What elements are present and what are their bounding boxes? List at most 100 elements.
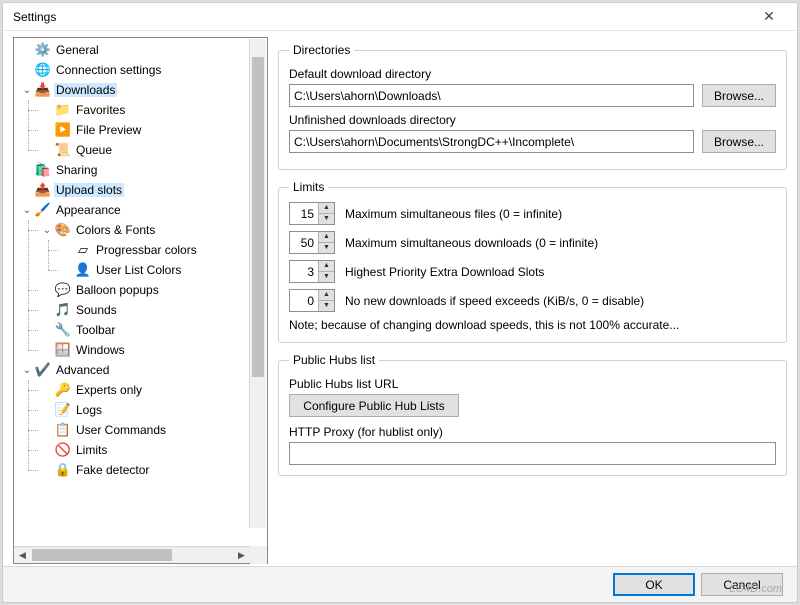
fake-detector-icon: 🔒 bbox=[54, 462, 72, 478]
spin-up-icon[interactable]: ▲ bbox=[319, 203, 334, 214]
tree-item-label: General bbox=[54, 43, 101, 57]
scroll-left-icon[interactable]: ◀ bbox=[14, 547, 31, 563]
tree-item-queue[interactable]: 📜Queue bbox=[38, 140, 267, 160]
tree-item-user-list-colors[interactable]: 👤User List Colors bbox=[58, 260, 267, 280]
spin-down-icon[interactable]: ▼ bbox=[319, 214, 334, 224]
tree-item-balloon-popups[interactable]: 💬Balloon popups bbox=[38, 280, 267, 300]
tree-spacer bbox=[20, 163, 34, 177]
tree-item-experts-only[interactable]: 🔑Experts only bbox=[38, 380, 267, 400]
tree-item-favorites[interactable]: 📁Favorites bbox=[38, 100, 267, 120]
tree-item-sharing[interactable]: 🛍️Sharing bbox=[18, 160, 267, 180]
ok-button[interactable]: OK bbox=[613, 573, 695, 596]
limit-label: Highest Priority Extra Download Slots bbox=[345, 265, 544, 279]
tree-item-user-commands[interactable]: 📋User Commands bbox=[38, 420, 267, 440]
tree-item-label: User Commands bbox=[74, 423, 168, 437]
http-proxy-input[interactable] bbox=[289, 442, 776, 465]
windows-icon: 🪟 bbox=[54, 342, 72, 358]
sounds-icon: 🎵 bbox=[54, 302, 72, 318]
limit-value-input[interactable] bbox=[290, 290, 318, 311]
spin-up-icon[interactable]: ▲ bbox=[319, 261, 334, 272]
tree-item-windows[interactable]: 🪟Windows bbox=[38, 340, 267, 360]
spin-up-icon[interactable]: ▲ bbox=[319, 290, 334, 301]
collapse-icon[interactable]: ⌄ bbox=[20, 363, 34, 377]
tree-item-label: Limits bbox=[74, 443, 109, 457]
unfinished-dir-input[interactable] bbox=[289, 130, 694, 153]
tree-item-label: Experts only bbox=[74, 383, 144, 397]
configure-hub-lists-button[interactable]: Configure Public Hub Lists bbox=[289, 394, 459, 417]
downloads-icon: 📥 bbox=[34, 82, 52, 98]
limit-spinner-2[interactable]: ▲▼ bbox=[289, 260, 335, 283]
tree-spacer bbox=[40, 343, 54, 357]
logs-icon: 📝 bbox=[54, 402, 72, 418]
collapse-icon[interactable]: ⌄ bbox=[40, 223, 54, 237]
limit-value-input[interactable] bbox=[290, 261, 318, 282]
tree-item-upload-slots[interactable]: 📤Upload slots bbox=[18, 180, 267, 200]
tree-item-label: Favorites bbox=[74, 103, 127, 117]
progressbar-colors-icon: ▱ bbox=[74, 242, 92, 258]
limits-icon: 🚫 bbox=[54, 442, 72, 458]
upload-slots-icon: 📤 bbox=[34, 182, 52, 198]
tree-spacer bbox=[40, 303, 54, 317]
tree-spacer bbox=[20, 63, 34, 77]
limit-spinner-3[interactable]: ▲▼ bbox=[289, 289, 335, 312]
tree-spacer bbox=[40, 323, 54, 337]
tree-spacer bbox=[40, 123, 54, 137]
tree-item-label: File Preview bbox=[74, 123, 143, 137]
tree-horizontal-scrollbar[interactable]: ◀ ▶ bbox=[14, 546, 267, 563]
scroll-right-icon[interactable]: ▶ bbox=[233, 547, 250, 563]
limit-label: No new downloads if speed exceeds (KiB/s… bbox=[345, 294, 644, 308]
advanced-icon: ✔️ bbox=[34, 362, 52, 378]
tree-spacer bbox=[40, 143, 54, 157]
tree-item-file-preview[interactable]: ▶️File Preview bbox=[38, 120, 267, 140]
scrollbar-thumb[interactable] bbox=[252, 57, 264, 377]
favorites-icon: 📁 bbox=[54, 102, 72, 118]
spin-down-icon[interactable]: ▼ bbox=[319, 243, 334, 253]
collapse-icon[interactable]: ⌄ bbox=[20, 203, 34, 217]
tree-spacer bbox=[40, 463, 54, 477]
tree-item-label: Queue bbox=[74, 143, 114, 157]
user-list-colors-icon: 👤 bbox=[74, 262, 92, 278]
hubs-url-label: Public Hubs list URL bbox=[289, 377, 776, 391]
limits-note: Note; because of changing download speed… bbox=[289, 318, 776, 332]
directories-group: Directories Default download directory B… bbox=[278, 43, 787, 170]
limit-spinner-0[interactable]: ▲▼ bbox=[289, 202, 335, 225]
spin-up-icon[interactable]: ▲ bbox=[319, 232, 334, 243]
close-button[interactable]: ✕ bbox=[749, 3, 789, 30]
spin-down-icon[interactable]: ▼ bbox=[319, 272, 334, 282]
default-dir-label: Default download directory bbox=[289, 67, 776, 81]
browse-default-button[interactable]: Browse... bbox=[702, 84, 776, 107]
tree-item-colors-fonts[interactable]: ⌄🎨Colors & Fonts bbox=[38, 220, 267, 240]
default-dir-input[interactable] bbox=[289, 84, 694, 107]
settings-tree-pane: ⚙️General🌐Connection settings⌄📥Downloads… bbox=[13, 37, 268, 564]
tree-item-downloads[interactable]: ⌄📥Downloads bbox=[18, 80, 267, 100]
tree-spacer bbox=[40, 283, 54, 297]
limit-value-input[interactable] bbox=[290, 203, 318, 224]
scrollbar-thumb[interactable] bbox=[32, 549, 172, 561]
tree-item-label: Logs bbox=[74, 403, 104, 417]
tree-item-progressbar-colors[interactable]: ▱Progressbar colors bbox=[58, 240, 267, 260]
tree-item-toolbar[interactable]: 🔧Toolbar bbox=[38, 320, 267, 340]
limit-row: ▲▼Maximum simultaneous files (0 = infini… bbox=[289, 202, 776, 225]
tree-vertical-scrollbar[interactable] bbox=[249, 39, 266, 528]
tree-item-label: Balloon popups bbox=[74, 283, 161, 297]
tree-item-appearance[interactable]: ⌄🖌️Appearance bbox=[18, 200, 267, 220]
settings-tree[interactable]: ⚙️General🌐Connection settings⌄📥Downloads… bbox=[14, 40, 267, 480]
file-preview-icon: ▶️ bbox=[54, 122, 72, 138]
tree-item-logs[interactable]: 📝Logs bbox=[38, 400, 267, 420]
tree-item-label: Windows bbox=[74, 343, 127, 357]
tree-spacer bbox=[40, 443, 54, 457]
tree-item-fake-detector[interactable]: 🔒Fake detector bbox=[38, 460, 267, 480]
collapse-icon[interactable]: ⌄ bbox=[20, 83, 34, 97]
limit-value-input[interactable] bbox=[290, 232, 318, 253]
tree-item-sounds[interactable]: 🎵Sounds bbox=[38, 300, 267, 320]
experts-only-icon: 🔑 bbox=[54, 382, 72, 398]
spin-down-icon[interactable]: ▼ bbox=[319, 301, 334, 311]
tree-item-label: Downloads bbox=[54, 83, 117, 97]
tree-item-limits[interactable]: 🚫Limits bbox=[38, 440, 267, 460]
limit-spinner-1[interactable]: ▲▼ bbox=[289, 231, 335, 254]
cancel-button[interactable]: Cancel bbox=[701, 573, 783, 596]
browse-unfinished-button[interactable]: Browse... bbox=[702, 130, 776, 153]
tree-item-general[interactable]: ⚙️General bbox=[18, 40, 267, 60]
tree-item-advanced[interactable]: ⌄✔️Advanced bbox=[18, 360, 267, 380]
tree-item-connection-settings[interactable]: 🌐Connection settings bbox=[18, 60, 267, 80]
